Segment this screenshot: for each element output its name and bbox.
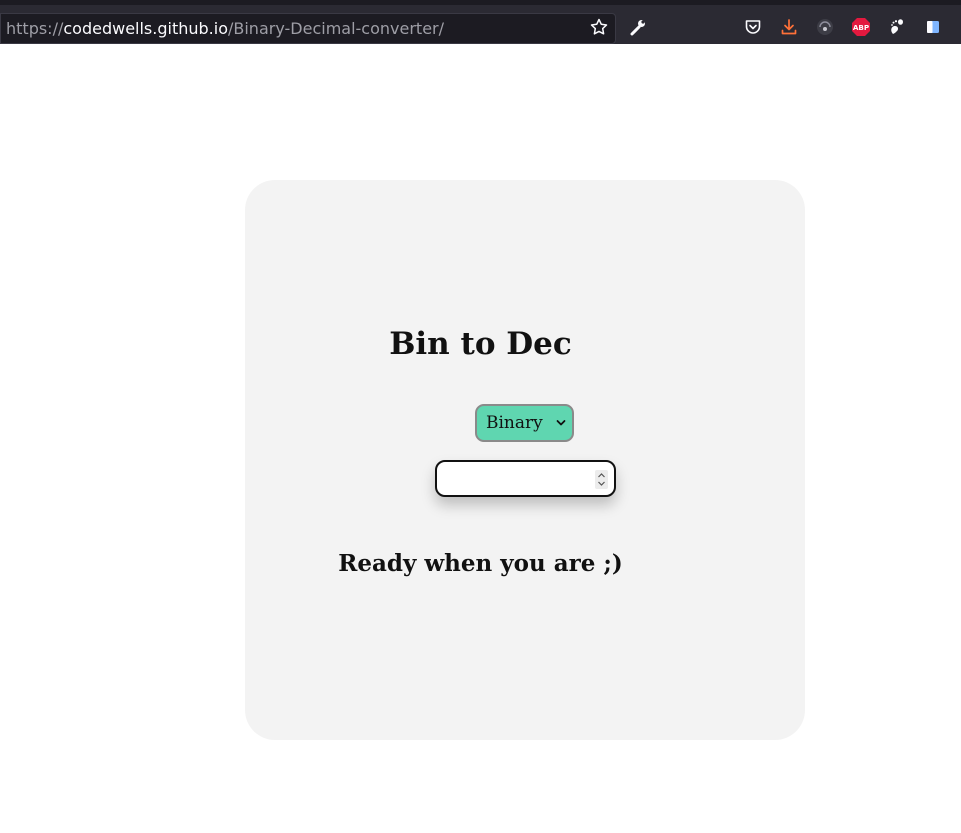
url-scheme: https:// xyxy=(6,19,64,38)
number-input[interactable] xyxy=(435,460,616,497)
page-title: Bin to Dec xyxy=(389,326,572,362)
number-spinner[interactable] xyxy=(595,470,608,489)
address-bar[interactable]: https://codedwells.github.io/Binary-Deci… xyxy=(0,13,616,44)
browser-toolbar: https://codedwells.github.io/Binary-Deci… xyxy=(0,0,961,44)
chevron-down-icon xyxy=(556,420,566,426)
spinner-arrows-icon xyxy=(598,473,605,486)
status-message: Ready when you are ;) xyxy=(338,550,623,577)
pocket-icon[interactable] xyxy=(742,16,764,38)
mode-select-value: Binary xyxy=(486,413,543,433)
svg-text:ABP: ABP xyxy=(853,23,869,32)
download-icon[interactable] xyxy=(778,16,800,38)
url-path: /Binary-Decimal-converter/ xyxy=(227,19,444,38)
bookmark-star-icon[interactable] xyxy=(588,16,610,38)
url-text: https://codedwells.github.io/Binary-Deci… xyxy=(6,19,444,38)
adblock-plus-icon[interactable]: ABP xyxy=(850,16,872,38)
sidebar-icon[interactable] xyxy=(922,16,944,38)
gnome-icon[interactable] xyxy=(886,16,908,38)
url-host: codedwells.github.io xyxy=(63,19,228,38)
extension-dark-icon[interactable] xyxy=(814,16,836,38)
wrench-icon[interactable] xyxy=(627,16,649,38)
mode-select[interactable]: Binary xyxy=(475,404,574,442)
